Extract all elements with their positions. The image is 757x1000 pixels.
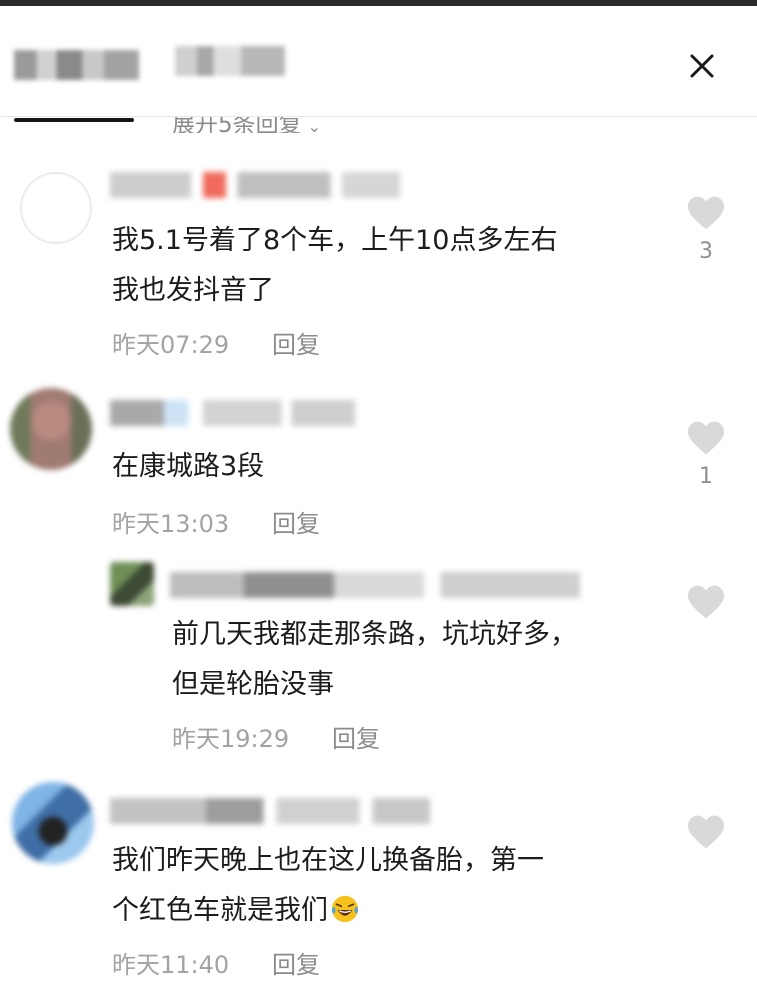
like-button[interactable]: 1 xyxy=(684,420,728,489)
comment-line: 我5.1号着了8个车，上午10点多左右 xyxy=(112,225,558,256)
like-button[interactable]: 3 xyxy=(684,195,728,264)
comment-line: 个红色车就是我们 xyxy=(112,895,328,926)
tab-comments[interactable] xyxy=(14,50,139,80)
avatar[interactable] xyxy=(110,562,154,606)
expand-replies-label: 展开5条回复 xyxy=(172,117,302,133)
username[interactable] xyxy=(170,572,580,598)
heart-icon xyxy=(688,421,724,455)
avatar[interactable] xyxy=(10,388,92,470)
comment-text: 前几天我都走那条路，坑坑好多， 但是轮胎没事 xyxy=(172,610,577,710)
heart-icon xyxy=(688,585,724,619)
heart-icon xyxy=(688,815,724,849)
avatar[interactable] xyxy=(20,172,92,244)
reply-button[interactable]: 回复 xyxy=(272,945,320,980)
reply-button[interactable]: 回复 xyxy=(272,504,320,539)
username[interactable] xyxy=(110,400,355,426)
active-tab-indicator xyxy=(14,118,134,122)
like-count: 1 xyxy=(699,464,713,489)
expand-replies-link[interactable]: 展开5条回复 ⌄ xyxy=(172,117,372,133)
like-button[interactable] xyxy=(684,584,728,628)
like-count: 3 xyxy=(699,239,713,264)
username[interactable] xyxy=(110,798,430,824)
chevron-down-icon: ⌄ xyxy=(307,117,322,133)
comment-line: 我们昨天晚上也在这儿换备胎，第一 xyxy=(112,845,544,876)
comment-line: 在康城路3段 xyxy=(112,451,265,482)
comment-time: 昨天11:40 xyxy=(112,951,230,979)
comment-line: 我也发抖音了 xyxy=(112,275,274,306)
comment-time: 昨天13:03 xyxy=(112,510,230,538)
comment-line-with-emoji: 个红色车就是我们 xyxy=(112,886,544,936)
comment-time: 昨天07:29 xyxy=(112,331,230,359)
reply-button[interactable]: 回复 xyxy=(272,325,320,360)
comment-line: 但是轮胎没事 xyxy=(172,669,334,700)
tab-secondary[interactable] xyxy=(175,46,285,76)
close-icon xyxy=(690,54,714,78)
username[interactable] xyxy=(110,172,400,198)
avatar[interactable] xyxy=(12,782,94,864)
header-divider xyxy=(0,116,757,117)
comment-line: 前几天我都走那条路，坑坑好多， xyxy=(172,619,577,650)
heart-icon xyxy=(688,196,724,230)
close-button[interactable] xyxy=(684,48,720,84)
like-button[interactable] xyxy=(684,814,728,858)
comment-time: 昨天19:29 xyxy=(172,725,290,753)
comment-text: 我们昨天晚上也在这儿换备胎，第一 个红色车就是我们 xyxy=(112,836,544,936)
laughing-crying-emoji xyxy=(331,895,359,923)
comment-text: 我5.1号着了8个车，上午10点多左右 我也发抖音了 xyxy=(112,216,557,316)
comment-text: 在康城路3段 xyxy=(112,442,264,492)
comment-panel-header xyxy=(0,6,757,122)
reply-button[interactable]: 回复 xyxy=(332,719,380,754)
